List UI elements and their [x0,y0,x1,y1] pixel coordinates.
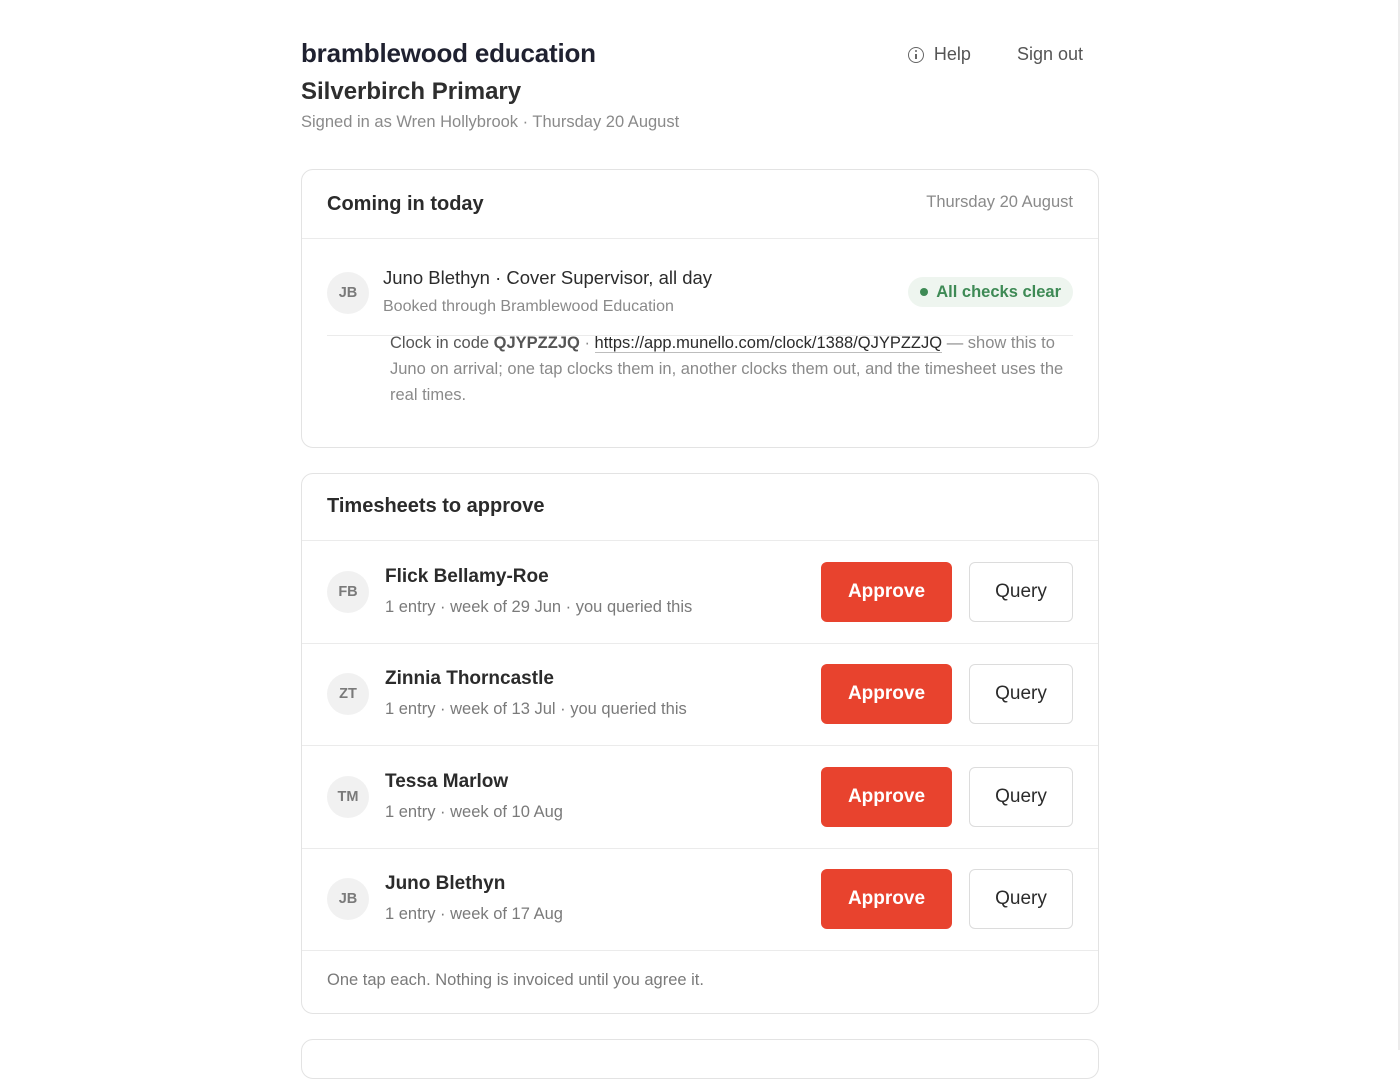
query-button[interactable]: Query [969,869,1073,929]
avatar: JB [327,878,369,920]
signed-in-info: Signed in as Wren Hollybrook · Thursday … [301,113,680,131]
sign-out-label: Sign out [1016,44,1083,64]
approve-button[interactable]: Approve [821,869,952,929]
top-nav: Help Sign out [907,44,1083,65]
clock-code: QJYPZZJQ [493,334,580,352]
visitor-booking-source: Booked through Bramblewood Education [383,298,674,315]
coming-today-title: Coming in today [327,193,484,215]
query-button[interactable]: Query [969,664,1073,724]
timesheets-card: Timesheets to approve FB Flick Bellamy-R… [301,473,1099,1014]
avatar: JB [327,272,369,314]
clock-code-prefix: Clock in code [390,334,490,352]
status-dot-icon [920,288,929,296]
coming-today-date: Thursday 20 August [926,193,1073,211]
table-row: ZT Zinnia Thorncastle 1 entry · week of … [302,643,1098,746]
status-badge-label: All checks clear [936,282,1061,301]
timesheet-person-name: Tessa Marlow [385,771,509,792]
timesheets-header: Timesheets to approve [302,474,1098,541]
clock-url-link[interactable]: https://app.munello.com/clock/1388/QJYPZ… [594,334,943,353]
sign-out-link[interactable]: Sign out [1017,44,1083,65]
help-label: Help [933,44,971,64]
timesheet-person-name: Juno Blethyn [385,873,506,894]
query-button[interactable]: Query [969,767,1073,827]
table-row: FB Flick Bellamy-Roe 1 entry · week of 2… [302,541,1098,644]
brand-name: bramblewood education [301,38,596,68]
table-row: JB Juno Blethyn 1 entry · week of 17 Aug… [302,848,1098,951]
timesheet-meta: 1 entry · week of 17 Aug [385,905,563,923]
school-name: Silverbirch Primary [301,78,522,105]
coming-today-card: Coming in today Thursday 20 August JB Ju… [301,169,1099,448]
avatar: TM [327,776,369,818]
avatar: FB [327,571,369,613]
avatar: ZT [327,673,369,715]
approve-button[interactable]: Approve [821,767,952,827]
timesheets-footer-note: One tap each. Nothing is invoiced until … [327,971,704,989]
timesheets-title: Timesheets to approve [327,495,545,517]
visitor-name: Juno Blethyn · Cover Supervisor, all day [383,267,713,288]
help-link[interactable]: Help [907,44,971,65]
approve-button[interactable]: Approve [821,562,952,622]
timesheet-meta: 1 entry · week of 13 Jul · you queried t… [385,700,687,718]
clock-in-instructions: Clock in code QJYPZZJQ · https://app.mun… [390,330,1075,408]
table-row: TM Tessa Marlow 1 entry · week of 10 Aug… [302,746,1098,849]
query-button[interactable]: Query [969,562,1073,622]
timesheet-person-name: Flick Bellamy-Roe [385,566,549,587]
approve-button[interactable]: Approve [821,664,952,724]
next-card [301,1039,1099,1079]
timesheet-person-name: Zinnia Thorncastle [385,668,554,689]
coming-today-header: Coming in today Thursday 20 August [302,170,1098,239]
timesheet-meta: 1 entry · week of 29 Jun · you queried t… [385,598,693,616]
clock-separator: · [579,334,595,352]
info-circle-icon [907,46,924,63]
timesheet-meta: 1 entry · week of 10 Aug [385,803,563,821]
status-badge: All checks clear [908,277,1073,307]
